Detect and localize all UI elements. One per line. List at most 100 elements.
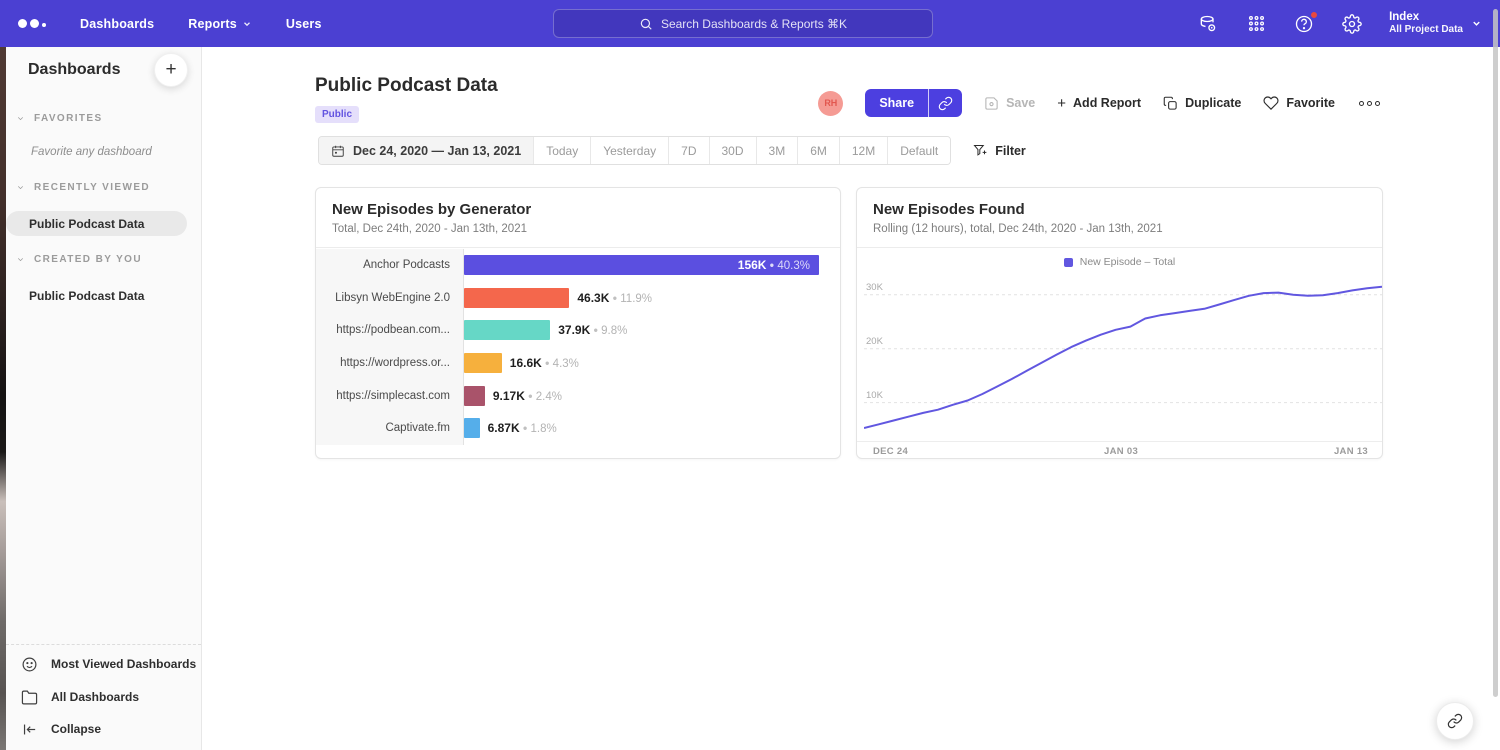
- floating-share-link-button[interactable]: [1436, 702, 1474, 740]
- bar-segment[interactable]: [464, 353, 502, 373]
- search-input[interactable]: Search Dashboards & Reports ⌘K: [553, 9, 933, 38]
- bar-chart-row: Captivate.fm6.87K • 1.8%: [316, 412, 840, 445]
- bar-chart-row: https://simplecast.com 9.17K • 2.4%: [316, 379, 840, 412]
- card-title: New Episodes by Generator: [332, 201, 824, 218]
- link-icon: [938, 96, 953, 111]
- bar-segment[interactable]: [464, 288, 569, 308]
- add-dashboard-button[interactable]: +: [154, 53, 188, 87]
- sidebar: Dashboards + FAVORITES Favorite any dash…: [6, 47, 202, 750]
- bar-segment[interactable]: 156K • 40.3%: [464, 255, 819, 275]
- section-label: FAVORITES: [34, 113, 103, 124]
- card-title: New Episodes Found: [873, 201, 1366, 218]
- date-preset-button[interactable]: 3M: [756, 137, 798, 164]
- filter-funnel-icon: [972, 143, 987, 158]
- save-button[interactable]: Save: [984, 96, 1035, 111]
- main-content: Public Podcast Data Public RH Share Save…: [202, 47, 1500, 750]
- chevron-down-icon: [16, 183, 25, 192]
- heart-icon: [1263, 95, 1279, 111]
- date-preset-button[interactable]: 12M: [839, 137, 887, 164]
- save-icon: [984, 96, 999, 111]
- bar-segment[interactable]: [464, 320, 550, 340]
- legend-swatch: [1064, 258, 1073, 267]
- x-tick: JAN 03: [1104, 446, 1138, 457]
- sidebar-item-public-podcast-data[interactable]: Public Podcast Data: [6, 211, 187, 236]
- share-button[interactable]: Share: [865, 89, 928, 117]
- date-range-bar: Dec 24, 2020 — Jan 13, 2021 TodayYesterd…: [318, 136, 951, 165]
- collapse-icon: [21, 721, 38, 738]
- y-tick: 30K: [866, 282, 883, 293]
- bar-category-label: https://simplecast.com: [316, 390, 463, 402]
- bar-category-label: Libsyn WebEngine 2.0: [316, 292, 463, 304]
- add-report-button[interactable]: + Add Report: [1057, 96, 1141, 111]
- folder-icon: [21, 689, 38, 706]
- card-new-episodes-found: New Episodes Found Rolling (12 hours), t…: [856, 187, 1383, 459]
- project-selector[interactable]: Index All Project Data: [1389, 10, 1482, 37]
- plus-icon: +: [1057, 96, 1066, 111]
- bar-value-label: 16.6K • 4.3%: [510, 356, 579, 370]
- page-title: Public Podcast Data: [315, 75, 498, 97]
- date-preset-button[interactable]: Today: [533, 137, 590, 164]
- bar-category-label: Captivate.fm: [316, 422, 463, 434]
- copy-link-button[interactable]: [928, 89, 962, 117]
- chevron-down-icon: [1471, 18, 1482, 29]
- card-subtitle: Rolling (12 hours), total, Dec 24th, 202…: [873, 223, 1366, 235]
- y-tick: 20K: [866, 336, 883, 347]
- section-label: CREATED BY YOU: [34, 254, 142, 265]
- sidebar-item-label: Public Podcast Data: [29, 217, 144, 231]
- collapse-sidebar-button[interactable]: Collapse: [6, 716, 201, 742]
- filter-label: Filter: [995, 144, 1026, 158]
- bar-segment[interactable]: [464, 418, 480, 438]
- all-dashboards-button[interactable]: All Dashboards: [6, 684, 201, 710]
- chevron-down-icon: [242, 19, 252, 29]
- settings-gear-icon[interactable]: [1341, 13, 1363, 35]
- favorite-button[interactable]: Favorite: [1263, 95, 1335, 111]
- public-badge: Public: [315, 106, 359, 123]
- date-preset-button[interactable]: 7D: [668, 137, 708, 164]
- add-report-label: Add Report: [1073, 96, 1141, 110]
- date-preset-button[interactable]: Yesterday: [590, 137, 668, 164]
- footer-item-label: Collapse: [51, 722, 101, 736]
- apps-grid-icon[interactable]: [1245, 13, 1267, 35]
- filter-button[interactable]: Filter: [972, 143, 1026, 158]
- x-tick: JAN 13: [1334, 446, 1368, 457]
- nav-item-label: Users: [286, 17, 322, 31]
- card-subtitle: Total, Dec 24th, 2020 - Jan 13th, 2021: [332, 223, 824, 235]
- sidebar-section-favorites[interactable]: FAVORITES: [6, 113, 201, 124]
- favorite-label: Favorite: [1286, 96, 1335, 110]
- bar-value-label: 156K • 40.3%: [738, 258, 810, 272]
- duplicate-button[interactable]: Duplicate: [1163, 96, 1241, 111]
- bar-segment[interactable]: [464, 386, 485, 406]
- scrollbar-thumb[interactable]: [1493, 9, 1498, 697]
- sidebar-section-created-by-you[interactable]: CREATED BY YOU: [6, 254, 201, 265]
- date-range-picker[interactable]: Dec 24, 2020 — Jan 13, 2021: [319, 137, 533, 164]
- date-preset-button[interactable]: 6M: [797, 137, 839, 164]
- mixpanel-logo-icon[interactable]: [18, 19, 58, 28]
- more-options-button[interactable]: [1357, 97, 1382, 110]
- nav-item-reports[interactable]: Reports: [188, 17, 252, 31]
- avatar[interactable]: RH: [818, 91, 843, 116]
- footer-item-label: All Dashboards: [51, 690, 139, 704]
- project-subtitle: All Project Data: [1389, 24, 1463, 37]
- plus-icon: +: [165, 59, 176, 81]
- bar-category-label: https://wordpress.or...: [316, 357, 463, 369]
- data-management-icon[interactable]: [1197, 13, 1219, 35]
- sidebar-title: Dashboards: [28, 61, 120, 79]
- header-toolbar: RH Share Save + Add Report Duplicate Fav…: [818, 89, 1382, 117]
- bar-value-label: 9.17K • 2.4%: [493, 389, 562, 403]
- most-viewed-dashboards-button[interactable]: Most Viewed Dashboards: [6, 651, 201, 677]
- bar-chart-row: Anchor Podcasts 156K • 40.3%: [316, 249, 840, 282]
- legend-label: New Episode – Total: [1080, 256, 1176, 268]
- duplicate-icon: [1163, 96, 1178, 111]
- favorites-empty-text: Favorite any dashboard: [31, 146, 152, 158]
- sidebar-item-public-podcast-data-created[interactable]: Public Podcast Data: [6, 283, 144, 308]
- date-preset-button[interactable]: 30D: [709, 137, 756, 164]
- nav-item-users[interactable]: Users: [286, 17, 322, 31]
- bar-value-label: 37.9K • 9.8%: [558, 323, 627, 337]
- help-icon[interactable]: [1293, 13, 1315, 35]
- date-presets: TodayYesterday7D30D3M6M12MDefault: [533, 137, 950, 164]
- sidebar-section-recently-viewed[interactable]: RECENTLY VIEWED: [6, 182, 201, 193]
- date-preset-button[interactable]: Default: [887, 137, 950, 164]
- bar-category-label: Anchor Podcasts: [316, 259, 463, 271]
- section-label: RECENTLY VIEWED: [34, 182, 150, 193]
- nav-item-dashboards[interactable]: Dashboards: [80, 17, 154, 31]
